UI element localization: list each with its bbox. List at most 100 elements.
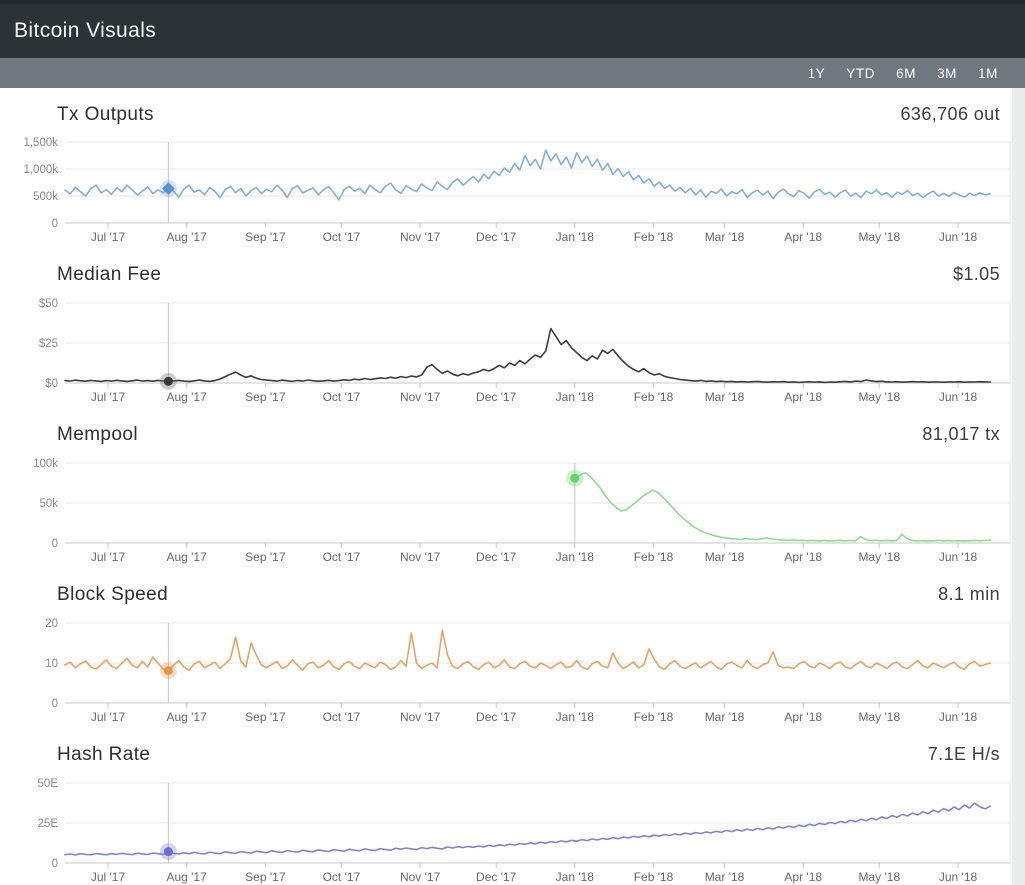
median-fee-plot[interactable]: $0 $25 $50 Jul '17 Aug '17 Sep '17 Oct '17 Nov … <box>0 294 1012 408</box>
y-axis-tick-label: 0 <box>52 858 58 870</box>
x-axis-tick-label: Dec '17 <box>476 230 517 244</box>
x-axis-tick-label: Mar '18 <box>705 550 745 564</box>
x-axis-tick-label: May '18 <box>858 870 900 884</box>
chart-title-tx-outputs: Tx Outputs <box>57 104 154 126</box>
range-button-3m[interactable]: 3M <box>934 64 960 83</box>
y-axis-tick-label: $50 <box>39 298 58 310</box>
y-axis-tick-label: 25E <box>38 818 59 830</box>
y-axis-tick-label: 50k <box>39 498 58 510</box>
app-header: Bitcoin Visuals <box>0 0 1025 58</box>
x-axis-tick-label: Dec '17 <box>476 710 517 724</box>
x-axis-tick-label: Jan '18 <box>556 230 595 244</box>
page-title: Bitcoin Visuals <box>14 19 156 43</box>
chart-value-block-speed: 8.1 min <box>938 584 1000 605</box>
x-axis-tick-label: Feb '18 <box>634 390 674 404</box>
x-axis-tick-label: Jun '18 <box>939 230 978 244</box>
x-axis-tick-label: Aug '17 <box>166 550 207 564</box>
x-axis-tick-label: Jun '18 <box>939 710 978 724</box>
x-axis-tick-label: Oct '17 <box>323 230 361 244</box>
chart-value-mempool: 81,017 tx <box>922 424 1000 445</box>
y-axis-tick-label: 0 <box>52 538 58 550</box>
x-axis-tick-label: Feb '18 <box>634 870 674 884</box>
marker-dot <box>164 666 173 675</box>
range-button-1y[interactable]: 1Y <box>805 64 829 83</box>
x-axis-tick-label: Oct '17 <box>323 390 361 404</box>
chart-block-speed: Block Speed 8.1 min 01020Jul '17Aug '17S… <box>0 570 1012 730</box>
marker-dot <box>164 377 173 386</box>
time-range-toolbar: 1Y YTD 6M 3M 1M <box>0 58 1025 88</box>
x-axis-tick-label: Mar '18 <box>705 870 745 884</box>
x-axis-tick-label: Jan '18 <box>556 390 595 404</box>
chart-title-hash-rate: Hash Rate <box>57 744 150 766</box>
x-axis-tick-label: Dec '17 <box>476 870 517 884</box>
x-axis-tick-label: Dec '17 <box>476 550 517 564</box>
marker-dot <box>164 847 173 856</box>
x-axis-tick-label: Oct '17 <box>323 710 361 724</box>
chart-value-tx-outputs: 636,706 out <box>901 104 1001 125</box>
x-axis-tick-label: Jun '18 <box>939 390 978 404</box>
x-axis-tick-label: Mar '18 <box>705 230 745 244</box>
x-axis-tick-label: Dec '17 <box>476 390 517 404</box>
x-axis-tick-label: Mar '18 <box>705 390 745 404</box>
chart-value-hash-rate: 7.1E H/s <box>928 744 1000 765</box>
block-speed-plot[interactable]: 01020Jul '17Aug '17Sep '17Oct '17Nov '17… <box>0 614 1012 728</box>
x-axis-tick-label: May '18 <box>858 230 900 244</box>
y-axis-tick-label: 0 <box>52 698 58 710</box>
x-axis-tick-label: Oct '17 <box>323 550 361 564</box>
y-axis-tick-label: 50E <box>38 778 59 790</box>
y-axis-tick-label: 1,000k <box>23 164 58 176</box>
y-axis-tick-label: 10 <box>45 658 58 670</box>
x-axis-tick-label: Mar '18 <box>705 710 745 724</box>
y-axis-tick-label: $25 <box>39 338 58 350</box>
chart-value-median-fee: $1.05 <box>953 264 1000 285</box>
x-axis-tick-label: Sep '17 <box>245 710 286 724</box>
y-axis-tick-label: 100k <box>33 458 58 470</box>
x-axis-tick-label: Apr '18 <box>784 230 822 244</box>
x-axis-tick-label: Oct '17 <box>323 870 361 884</box>
x-axis-tick-label: Jul '17 <box>91 230 126 244</box>
range-button-6m[interactable]: 6M <box>893 64 919 83</box>
range-button-ytd[interactable]: YTD <box>843 64 878 83</box>
x-axis-tick-label: Aug '17 <box>166 390 207 404</box>
mempool-plot[interactable]: 0 50k 100k Jul '17 Aug '17 Sep '17 Oct '17 Nov … <box>0 454 1012 568</box>
x-axis-tick-label: Jul '17 <box>91 870 126 884</box>
x-axis-tick-label: Sep '17 <box>245 870 286 884</box>
x-axis-tick-label: Jul '17 <box>91 390 126 404</box>
x-axis-tick-label: Sep '17 <box>245 390 286 404</box>
charts-panel: Tx Outputs 636,706 out 0500k1,000k1,500k… <box>0 88 1012 885</box>
x-axis-tick-label: Feb '18 <box>634 710 674 724</box>
y-axis-tick-label: 1,500k <box>23 137 58 149</box>
x-axis-tick-label: Aug '17 <box>166 870 207 884</box>
chart-mempool: Mempool 81,017 tx 050k100kJul '17Aug '17… <box>0 410 1012 570</box>
x-axis-tick-label: Nov '17 <box>400 390 441 404</box>
data-line <box>65 803 990 855</box>
range-button-1m[interactable]: 1M <box>975 64 1001 83</box>
x-axis-tick-label: Jan '18 <box>556 550 595 564</box>
x-axis-tick-label: Nov '17 <box>400 550 441 564</box>
chart-median-fee: Median Fee $1.05 $0 $25 $50 Jul '17 Aug '17 S… <box>0 250 1012 410</box>
x-axis-tick-label: Apr '18 <box>784 870 822 884</box>
x-axis-tick-label: May '18 <box>858 550 900 564</box>
x-axis-tick-label: Jul '17 <box>91 550 126 564</box>
chart-title-median-fee: Median Fee <box>57 264 161 286</box>
x-axis-tick-label: Feb '18 <box>634 550 674 564</box>
x-axis-tick-label: May '18 <box>858 390 900 404</box>
x-axis-tick-label: Apr '18 <box>784 710 822 724</box>
data-line <box>575 473 990 541</box>
y-axis-tick-label: $0 <box>45 378 58 390</box>
x-axis-tick-label: Sep '17 <box>245 550 286 564</box>
data-line <box>65 630 990 670</box>
x-axis-tick-label: Jul '17 <box>91 710 126 724</box>
x-axis-tick-label: Nov '17 <box>400 230 441 244</box>
data-line <box>65 150 990 200</box>
x-axis-tick-label: Jun '18 <box>939 550 978 564</box>
x-axis-tick-label: Sep '17 <box>245 230 286 244</box>
x-axis-tick-label: Nov '17 <box>400 870 441 884</box>
tx-outputs-plot[interactable]: 0500k1,000k1,500kJul '17Aug '17Sep '17Oc… <box>0 134 1012 248</box>
chart-title-block-speed: Block Speed <box>57 584 168 606</box>
x-axis-tick-label: Nov '17 <box>400 710 441 724</box>
data-line <box>65 329 990 383</box>
chart-tx-outputs: Tx Outputs 636,706 out 0500k1,000k1,500k… <box>0 90 1012 250</box>
hash-rate-plot[interactable]: 0 25E 50E Jul '17 Aug '17 Sep '17 Oct '17 Nov '… <box>0 774 1012 885</box>
x-axis-tick-label: Feb '18 <box>634 230 674 244</box>
